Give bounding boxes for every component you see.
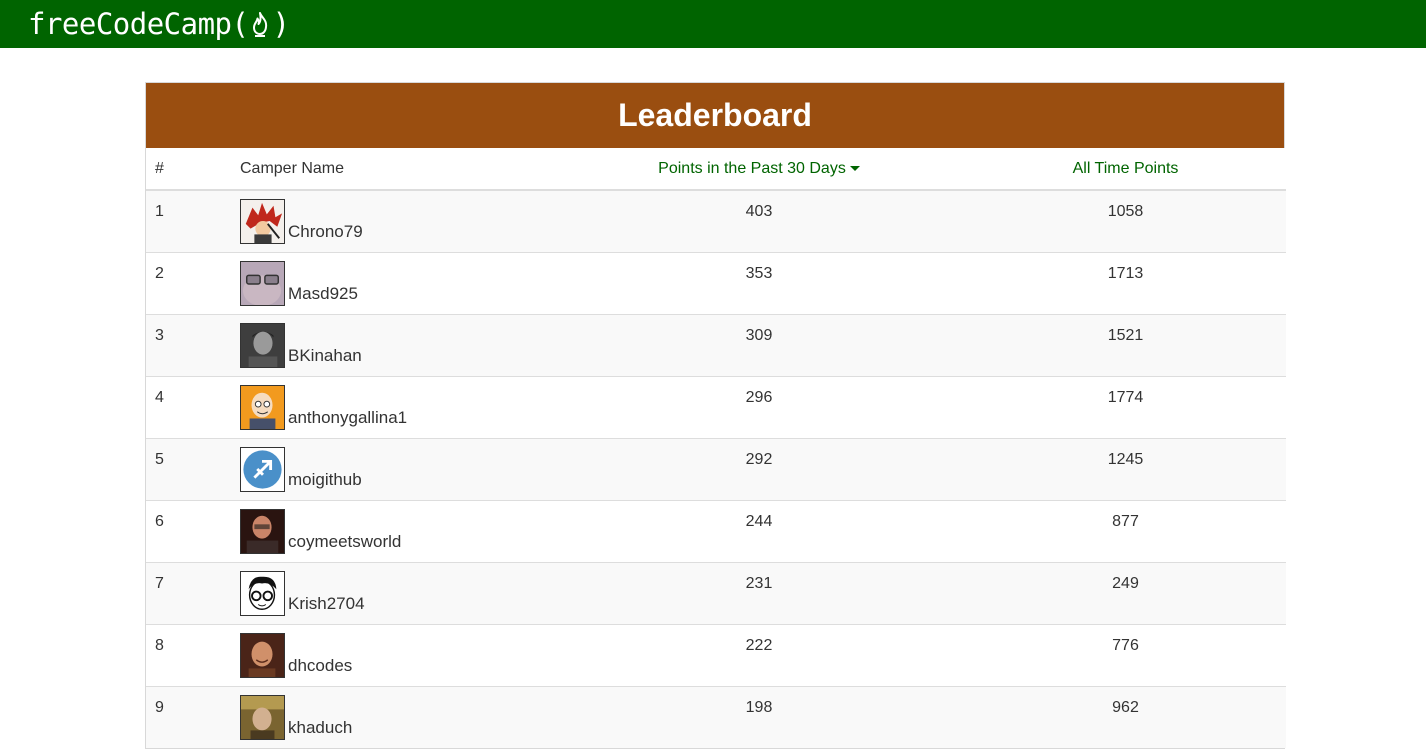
recent-points-cell: 231 [553,561,965,624]
table-row: 5 moigithub 292 1245 [146,437,1286,500]
camper-link[interactable]: Chrono79 [240,199,544,244]
avatar[interactable] [240,322,285,368]
alltime-points-cell: 1774 [965,375,1286,438]
recent-points-sort-link[interactable]: Points in the Past 30 Days [553,148,965,191]
camper-link[interactable]: coymeetsworld [240,508,544,554]
leaderboard-title: Leaderboard [146,83,1284,148]
camper-cell: anthonygallina1 [231,375,553,438]
recent-points-cell: 403 [553,190,965,252]
camper-cell: Chrono79 [231,190,553,252]
table-row: 9 khaduch 198 962 [146,685,1286,748]
table-row: 3 BKinahan 309 1521 [146,313,1286,376]
rank-cell: 1 [146,190,231,252]
table-header-row: # Camper Name Points in the Past 30 Days… [146,148,1286,191]
rank-cell: 5 [146,437,231,500]
camper-cell: Krish2704 [231,561,553,624]
alltime-points-cell: 1521 [965,313,1286,376]
freecodecamp-logo[interactable]: freeCodeCamp( ) [28,7,290,41]
camper-link[interactable]: khaduch [240,694,544,740]
camper-name[interactable]: Masd925 [288,284,358,304]
camper-cell: moigithub [231,437,553,500]
leaderboard: Leaderboard # Camper Name Points in the … [145,82,1286,749]
rank-header: # [146,148,231,191]
caret-down-icon [849,165,860,171]
table-row: 6 coymeetsworld 244 877 [146,499,1286,562]
alltime-points-cell: 1713 [965,251,1286,314]
alltime-points-cell: 1245 [965,437,1286,500]
flame-icon [253,12,268,37]
recent-points-cell: 244 [553,499,965,562]
camper-name[interactable]: Chrono79 [288,222,363,242]
rank-cell: 7 [146,561,231,624]
alltime-points-sort-link[interactable]: All Time Points [965,148,1286,191]
recent-points-cell: 292 [553,437,965,500]
avatar[interactable] [240,508,285,554]
camper-link[interactable]: anthonygallina1 [240,384,544,430]
recent-points-header-label: Points in the Past 30 Days [658,159,846,177]
rank-cell: 9 [146,685,231,748]
camper-cell: coymeetsworld [231,499,553,562]
recent-points-cell: 309 [553,313,965,376]
camper-link[interactable]: Krish2704 [240,570,544,616]
camper-name[interactable]: moigithub [288,470,362,490]
camper-cell: khaduch [231,685,553,748]
alltime-points-cell: 1058 [965,190,1286,252]
top-navbar: freeCodeCamp( ) [0,0,1426,48]
camper-name[interactable]: coymeetsworld [288,532,401,552]
table-row: 4 anthonygallina1 296 1774 [146,375,1286,438]
camper-cell: dhcodes [231,623,553,686]
leaderboard-table: # Camper Name Points in the Past 30 Days… [146,148,1286,748]
camper-name[interactable]: Krish2704 [288,594,365,614]
camper-link[interactable]: moigithub [240,446,544,492]
table-row: 2 Masd925 353 1713 [146,251,1286,314]
rank-cell: 2 [146,251,231,314]
camper-cell: BKinahan [231,313,553,376]
camper-link[interactable]: Masd925 [240,260,544,306]
alltime-points-cell: 249 [965,561,1286,624]
camper-name-header: Camper Name [231,148,553,191]
rank-cell: 6 [146,499,231,562]
avatar[interactable] [240,694,285,740]
camper-name[interactable]: dhcodes [288,656,352,676]
avatar[interactable] [240,199,285,244]
rank-cell: 4 [146,375,231,438]
recent-points-cell: 198 [553,685,965,748]
camper-name[interactable]: anthonygallina1 [288,408,407,428]
rank-cell: 8 [146,623,231,686]
table-row: 7 Krish2704 231 249 [146,561,1286,624]
alltime-points-header-label: All Time Points [1072,159,1179,177]
avatar[interactable] [240,260,285,306]
camper-link[interactable]: BKinahan [240,322,544,368]
camper-name[interactable]: khaduch [288,718,352,738]
recent-points-cell: 353 [553,251,965,314]
leaderboard-rows: 1 Chrono79 403 1058 2 Masd925 353 1713 3 BKinahan… [146,190,1286,748]
table-row: 8 dhcodes 222 776 [146,623,1286,686]
camper-name[interactable]: BKinahan [288,346,362,366]
avatar[interactable] [240,570,285,616]
camper-cell: Masd925 [231,251,553,314]
avatar[interactable] [240,446,285,492]
brand-suffix: ) [272,7,290,41]
rank-cell: 3 [146,313,231,376]
brand-prefix: freeCodeCamp( [28,7,249,41]
recent-points-cell: 222 [553,623,965,686]
avatar[interactable] [240,632,285,678]
alltime-points-cell: 962 [965,685,1286,748]
alltime-points-cell: 776 [965,623,1286,686]
alltime-points-cell: 877 [965,499,1286,562]
camper-link[interactable]: dhcodes [240,632,544,678]
table-row: 1 Chrono79 403 1058 [146,190,1286,252]
recent-points-cell: 296 [553,375,965,438]
avatar[interactable] [240,384,285,430]
